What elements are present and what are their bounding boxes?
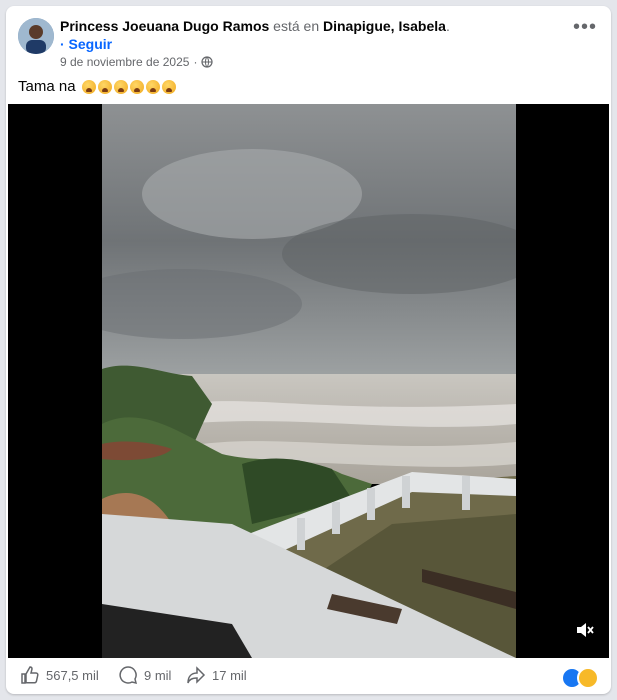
avatar[interactable] — [18, 18, 54, 54]
meta-separator: · — [193, 55, 198, 69]
location-link[interactable]: Dinapigue, Isabela — [323, 18, 446, 34]
post-header: Princess Joeuana Dugo Ramos está en Dina… — [60, 18, 450, 34]
crying-emoji-icon — [145, 79, 160, 94]
crying-emoji-icon — [97, 79, 112, 94]
comment-count: 9 mil — [144, 667, 172, 683]
crying-emoji-icon — [161, 79, 176, 94]
mute-toggle-button[interactable] — [575, 621, 595, 644]
share-count: 17 mil — [212, 667, 247, 683]
crying-emoji-icon — [81, 79, 96, 94]
post-date[interactable]: 9 de noviembre de 2025 — [60, 55, 189, 69]
sad-reaction-icon — [577, 667, 599, 689]
more-options-icon: ••• — [572, 16, 597, 38]
author-name[interactable]: Princess Joeuana Dugo Ramos — [60, 18, 269, 34]
post-card: Princess Joeuana Dugo Ramos está en Dina… — [6, 6, 611, 694]
share-icon — [187, 666, 206, 684]
location-suffix: . — [445, 18, 450, 34]
post-actions: 567,5 mil 9 mil 17 mil — [6, 661, 611, 691]
video-frame — [102, 104, 516, 658]
comment-icon — [119, 666, 138, 685]
video-player[interactable] — [8, 104, 609, 658]
thumbs-up-icon — [21, 666, 39, 684]
like-count: 567,5 mil — [46, 667, 99, 683]
post-meta: 9 de noviembre de 2025 · — [60, 55, 214, 69]
more-options-button[interactable]: ••• — [573, 17, 597, 37]
share-button[interactable]: 17 mil — [186, 665, 247, 685]
crying-emoji-icon — [129, 79, 144, 94]
crying-emoji-icon — [113, 79, 128, 94]
storm-surge-scene — [102, 104, 516, 658]
location-connector: está en — [269, 18, 323, 34]
like-button[interactable]: 567,5 mil — [20, 665, 99, 685]
avatar-image — [18, 18, 54, 54]
caption-text: Tama na — [18, 78, 76, 95]
post-caption: Tama na — [18, 78, 176, 95]
globe-icon — [201, 56, 214, 68]
muted-speaker-icon — [577, 623, 594, 637]
follow-button[interactable]: · Seguir — [60, 36, 112, 52]
follow-row: · Seguir — [60, 36, 112, 52]
reaction-summary[interactable] — [561, 667, 599, 689]
comment-button[interactable]: 9 mil — [118, 665, 171, 685]
